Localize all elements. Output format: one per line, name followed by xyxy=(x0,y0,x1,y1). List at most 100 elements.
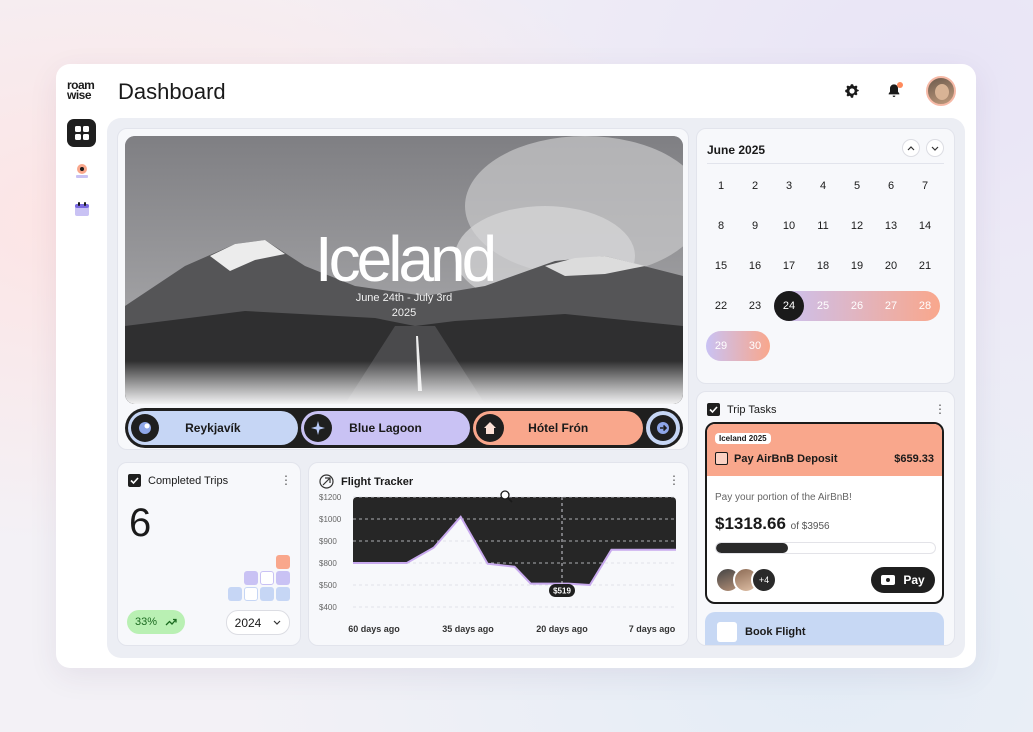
calendar-day[interactable]: 19 xyxy=(842,251,872,281)
checkbox-icon xyxy=(707,403,720,416)
header-actions xyxy=(842,76,956,106)
more-options-icon[interactable]: ⋮ xyxy=(668,473,680,487)
task-title-text: Book Flight xyxy=(745,626,806,638)
main-content: Iceland June 24th - July 3rd 2025 Reykja… xyxy=(107,118,965,658)
task-paid-total: $1318.66 of $3956 xyxy=(715,514,830,534)
calendar-day[interactable]: 2 xyxy=(740,171,770,201)
task-tag: Iceland 2025 xyxy=(715,433,771,444)
calendar-day[interactable]: 23 xyxy=(740,291,770,321)
task-checkbox[interactable] xyxy=(717,622,737,642)
gear-icon[interactable] xyxy=(842,81,862,101)
price-annotation: $519 xyxy=(553,587,571,596)
completed-trips-count: 6 xyxy=(129,501,152,545)
y-tick-label: $1000 xyxy=(319,515,342,524)
calendar-day[interactable]: 6 xyxy=(876,171,906,201)
trip-hero-panel: Iceland June 24th - July 3rd 2025 Reykja… xyxy=(117,128,689,450)
calendar-day[interactable]: 24 xyxy=(774,291,804,321)
trend-percent: 33% xyxy=(134,616,158,628)
nav-calendar[interactable] xyxy=(67,195,96,223)
calendar-day[interactable]: 21 xyxy=(910,251,940,281)
stop-reykjavik[interactable]: Reykjavík xyxy=(128,411,298,445)
trips-activity-grid xyxy=(228,555,292,605)
calendar-day[interactable]: 18 xyxy=(808,251,838,281)
calendar-day[interactable]: 20 xyxy=(876,251,906,281)
calendar-day[interactable]: 5 xyxy=(842,171,872,201)
zoom-cursor-icon xyxy=(500,490,510,500)
map-pin-icon xyxy=(75,164,88,178)
calendar-icon xyxy=(74,202,89,216)
calendar-day[interactable]: 28 xyxy=(910,291,940,321)
card-header: Completed Trips xyxy=(128,474,228,487)
calendar-day[interactable]: 16 xyxy=(740,251,770,281)
calendar-day[interactable]: 12 xyxy=(842,211,872,241)
calendar-day[interactable]: 17 xyxy=(774,251,804,281)
calendar-day[interactable]: 7 xyxy=(910,171,940,201)
y-tick-label: $500 xyxy=(319,581,337,590)
task-amount: $659.33 xyxy=(894,453,934,465)
year-value: 2024 xyxy=(234,615,262,630)
calendar-day[interactable]: 25 xyxy=(808,291,838,321)
total-amount: of $3956 xyxy=(790,521,830,532)
calendar-day[interactable]: 22 xyxy=(706,291,736,321)
payment-progress-bar xyxy=(715,542,936,554)
itinerary-bar: Reykjavík Blue Lagoon Hótel Frón xyxy=(125,408,683,448)
more-options-icon[interactable]: ⋮ xyxy=(280,473,292,487)
calendar-day[interactable]: 11 xyxy=(808,211,838,241)
trend-badge: 33% xyxy=(127,610,185,634)
nav-dashboard[interactable] xyxy=(67,119,96,147)
calendar-day[interactable]: 10 xyxy=(774,211,804,241)
next-stop-button[interactable] xyxy=(646,411,681,445)
calendar-day[interactable]: 13 xyxy=(876,211,906,241)
task-card-book-flight[interactable]: Book Flight xyxy=(705,612,944,645)
trend-up-icon xyxy=(165,618,177,626)
task-title-text: Pay AirBnB Deposit xyxy=(734,452,838,465)
y-tick-label: $1200 xyxy=(319,493,342,502)
calendar-day[interactable]: 9 xyxy=(740,211,770,241)
nav-map[interactable] xyxy=(67,157,96,185)
arrow-right-icon xyxy=(650,415,677,441)
sparkle-icon xyxy=(303,414,332,442)
bell-icon[interactable] xyxy=(884,81,904,101)
flight-price-chart[interactable]: $1200 $1000 $900 $800 $500 $400 60 days ago 35 … xyxy=(309,489,690,647)
calendar-day[interactable]: 1 xyxy=(706,171,736,201)
more-participants[interactable]: +4 xyxy=(751,567,777,593)
x-tick-label: 7 days ago xyxy=(629,624,676,634)
pay-button[interactable]: Pay xyxy=(871,567,935,593)
chevron-down-icon[interactable] xyxy=(926,139,944,157)
card-title: Completed Trips xyxy=(148,474,229,487)
sidebar xyxy=(67,119,96,223)
chevron-down-icon xyxy=(273,620,281,625)
notification-dot xyxy=(897,82,903,88)
card-header: Trip Tasks xyxy=(707,403,777,416)
task-checkbox[interactable] xyxy=(715,452,728,465)
calendar-day[interactable]: 15 xyxy=(706,251,736,281)
paid-amount: $1318.66 xyxy=(715,514,786,533)
card-header: Flight Tracker xyxy=(319,474,413,489)
grid-icon xyxy=(74,126,89,140)
trip-date-range: June 24th - July 3rd xyxy=(355,292,453,304)
calendar-day[interactable]: 27 xyxy=(876,291,906,321)
calendar-day[interactable]: 3 xyxy=(774,171,804,201)
participants: +4 xyxy=(715,567,777,593)
trip-hero-image[interactable]: Iceland June 24th - July 3rd 2025 xyxy=(125,136,683,404)
x-tick-label: 60 days ago xyxy=(348,624,400,634)
calendar-day[interactable]: 4 xyxy=(808,171,838,201)
calendar-day[interactable]: 8 xyxy=(706,211,736,241)
avatar[interactable] xyxy=(926,76,956,106)
calendar-day[interactable]: 29 xyxy=(706,331,736,361)
task-card[interactable]: Iceland 2025 Pay AirBnB Deposit $659.33 … xyxy=(705,422,944,604)
card-title: Flight Tracker xyxy=(341,475,414,488)
year-select[interactable]: 2024 xyxy=(226,610,290,635)
stop-hotel-fron[interactable]: Hótel Frón xyxy=(473,411,644,445)
calendar-day[interactable]: 14 xyxy=(910,211,940,241)
calendar-month: June 2025 xyxy=(707,143,766,157)
plane-icon xyxy=(319,474,334,489)
stop-blue-lagoon[interactable]: Blue Lagoon xyxy=(300,411,471,445)
checkbox-icon xyxy=(128,474,141,487)
more-options-icon[interactable]: ⋮ xyxy=(934,402,946,416)
task-description: Pay your portion of the AirBnB! xyxy=(715,492,852,503)
calendar-day[interactable]: 26 xyxy=(842,291,872,321)
home-icon xyxy=(476,414,505,442)
calendar-day[interactable]: 30 xyxy=(740,331,770,361)
chevron-up-icon[interactable] xyxy=(902,139,920,157)
